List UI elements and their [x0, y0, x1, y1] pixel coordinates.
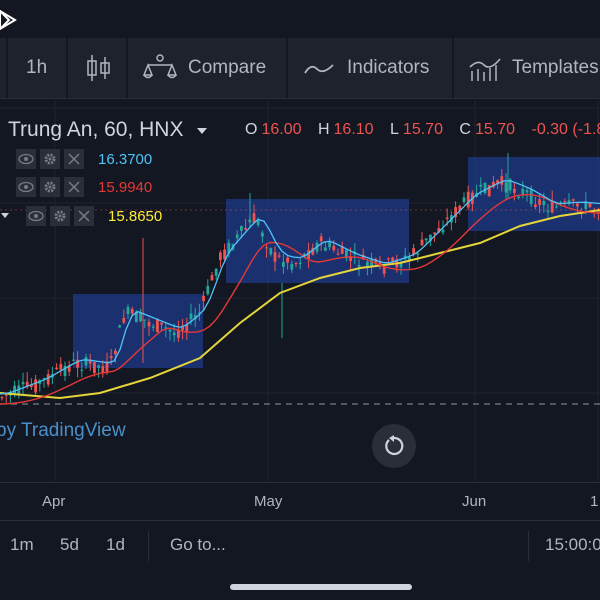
templates-label: Templates [512, 57, 599, 78]
high-label: H [317, 121, 330, 138]
reset-icon [385, 435, 404, 456]
toolbar-divider [66, 38, 68, 98]
candlestick-icon [87, 55, 110, 81]
interval-label: 1h [26, 57, 48, 78]
high-value: 16.10 [333, 121, 374, 138]
indicator-row: 16.3700 [16, 147, 152, 171]
indicator-value: 15.8650 [108, 207, 163, 225]
eye-icon[interactable] [26, 206, 46, 226]
indicators-icon [304, 64, 334, 74]
gear-icon[interactable] [40, 177, 60, 197]
gear-icon[interactable] [50, 206, 70, 226]
toolbar-divider [452, 38, 454, 98]
low-label: L [390, 121, 399, 138]
time-tick-label: May [254, 493, 283, 510]
eye-icon[interactable] [16, 149, 36, 169]
toolbar-divider [286, 38, 288, 98]
symbol-name: Trung An, 60, HNX [8, 118, 184, 141]
indicator-row: 15.8650 [0, 204, 162, 228]
low-value: 15.70 [402, 121, 443, 138]
indicators-label: Indicators [347, 57, 430, 78]
bottombar-divider [528, 531, 529, 561]
indicator-row: 15.9940 [16, 175, 152, 199]
open-label: O [245, 121, 258, 138]
close-icon[interactable] [74, 206, 94, 226]
range-button-5d[interactable]: 5d [60, 535, 79, 555]
chart-toolbar: 1h Compare Indicators Templates [0, 38, 600, 99]
indicators-button[interactable]: Indicators [303, 38, 429, 98]
clock-readout[interactable]: 15:00:0 [545, 535, 600, 555]
goto-button[interactable]: Go to... [170, 535, 226, 555]
gear-icon[interactable] [40, 149, 60, 169]
status-bar [0, 0, 600, 38]
indicator-value: 15.9940 [98, 178, 153, 196]
time-axis[interactable]: Apr May Jun 1 [0, 482, 600, 521]
symbol-title[interactable]: Trung An, 60, HNX [8, 118, 209, 142]
indicator-value: 16.3700 [98, 150, 153, 168]
close-label: C [459, 121, 471, 138]
tradingview-watermark[interactable]: by TradingView [0, 420, 126, 442]
toolbar-divider [6, 38, 8, 98]
bottom-toolbar: 1m 5d 1d Go to... 15:00:0 [0, 520, 600, 571]
range-button-1d[interactable]: 1d [106, 535, 125, 555]
templates-button[interactable]: Templates [468, 38, 599, 98]
interval-button[interactable]: 1h [26, 38, 47, 98]
time-tick-label: 1 [590, 493, 599, 510]
time-tick-label: Jun [462, 493, 487, 510]
open-value: 16.00 [261, 121, 302, 138]
time-tick-label: Apr [42, 493, 66, 510]
chevron-down-icon[interactable] [0, 211, 10, 221]
compare-icon [142, 54, 178, 79]
close-value: 15.70 [474, 121, 516, 138]
chevron-down-icon [197, 128, 208, 134]
close-icon[interactable] [64, 149, 84, 169]
compare-button[interactable]: Compare [142, 38, 266, 98]
change-value: -0.30 (-1.8 [531, 121, 600, 138]
home-indicator[interactable] [230, 584, 412, 590]
templates-icon [469, 58, 501, 81]
close-icon[interactable] [64, 177, 84, 197]
bottombar-divider [148, 531, 149, 561]
chart-type-button[interactable] [86, 38, 122, 98]
reset-chart-button[interactable] [372, 424, 416, 468]
ohlc-values: O 16.00 H 16.10 L 15.70 C 15.70 -0.30 (-1.8 [245, 121, 600, 139]
eye-icon[interactable] [16, 177, 36, 197]
range-button-1m[interactable]: 1m [10, 535, 34, 555]
compare-label: Compare [188, 57, 267, 78]
toolbar-divider [126, 38, 128, 98]
play-store-icon [0, 9, 17, 31]
